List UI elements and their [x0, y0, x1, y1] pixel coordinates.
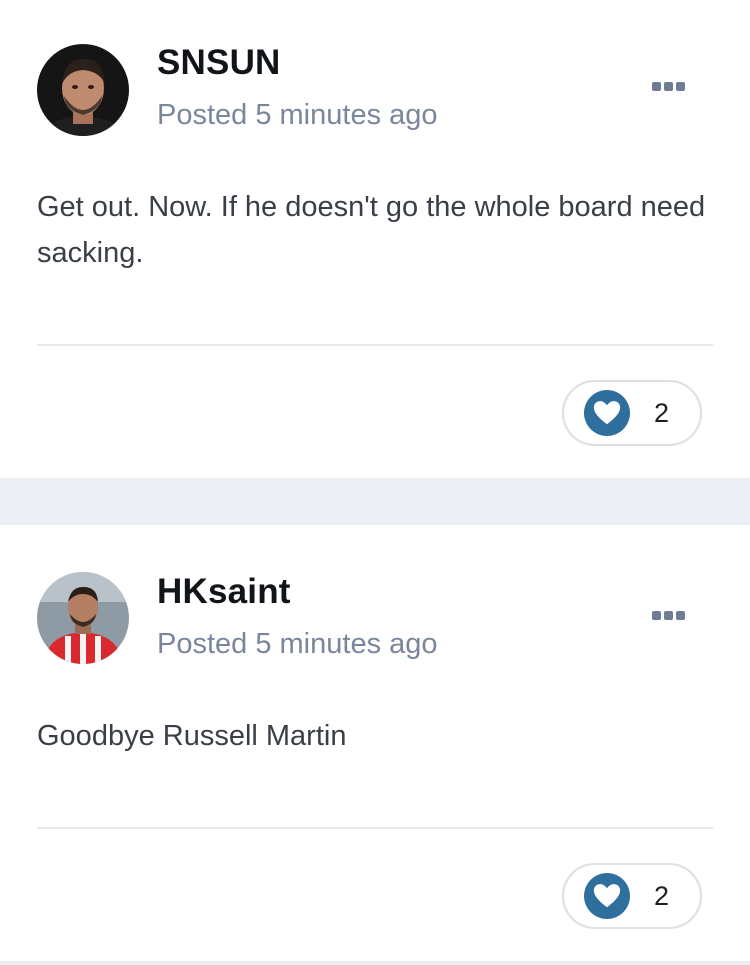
- heart-icon: [584, 873, 630, 919]
- post-content: Goodbye Russell Martin: [37, 720, 347, 752]
- post-card: SNSUN Posted 5 minutes ago Get out. Now.…: [0, 0, 750, 478]
- post-timestamp: Posted 5 minutes ago: [157, 628, 438, 660]
- avatar-image: [37, 44, 129, 136]
- heart-icon: [584, 390, 630, 436]
- post-author[interactable]: HKsaint: [157, 572, 291, 612]
- dot: [675, 81, 685, 91]
- divider: [37, 827, 713, 829]
- post-author[interactable]: SNSUN: [157, 43, 281, 83]
- reaction-count: 2: [654, 880, 670, 911]
- post-card: HKsaint Posted 5 minutes ago Goodbye Rus…: [0, 525, 750, 961]
- dot: [651, 81, 661, 91]
- divider: [37, 344, 713, 346]
- post-content: Get out. Now. If he doesn't go the whole…: [37, 191, 706, 269]
- post-timestamp: Posted 5 minutes ago: [157, 99, 438, 131]
- ellipsis-icon[interactable]: [648, 74, 688, 98]
- reaction-button[interactable]: 2: [562, 380, 702, 446]
- ellipsis-icon[interactable]: [648, 603, 688, 627]
- reaction-button[interactable]: 2: [562, 863, 702, 929]
- dot: [675, 610, 685, 620]
- user-avatar[interactable]: [37, 44, 129, 136]
- dot: [663, 81, 673, 91]
- dot: [663, 610, 673, 620]
- reaction-count: 2: [654, 397, 670, 428]
- dot: [651, 610, 661, 620]
- avatar-image: [37, 572, 129, 664]
- user-avatar[interactable]: [37, 572, 129, 664]
